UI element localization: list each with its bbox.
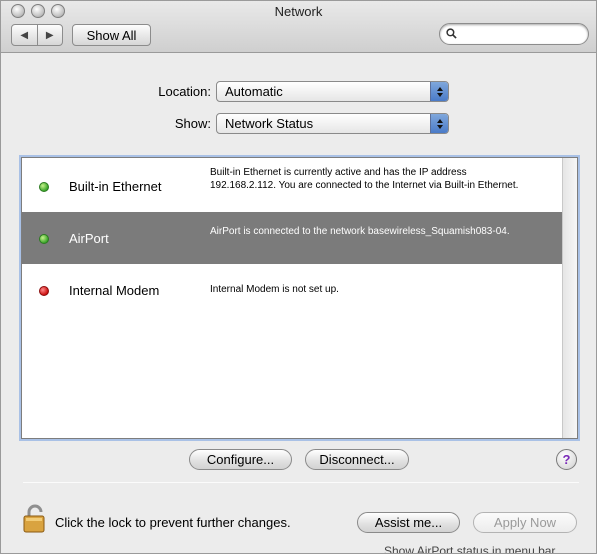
- service-description: Built-in Ethernet is currently active an…: [210, 167, 519, 191]
- service-name: Built-in Ethernet: [69, 179, 162, 194]
- window-title: Network: [274, 4, 323, 19]
- back-button[interactable]: ◀: [12, 25, 37, 45]
- lock-icon[interactable]: [21, 504, 49, 534]
- location-label: Location:: [158, 84, 211, 99]
- service-name: AirPort: [69, 231, 109, 246]
- search-icon: [446, 28, 457, 39]
- apply-now-button: Apply Now: [473, 512, 577, 533]
- forward-arrow-icon: ▶: [45, 29, 54, 41]
- partial-background-text: Show AirPort status in menu bar: [384, 544, 556, 554]
- assist-me-button[interactable]: Assist me...: [357, 512, 460, 533]
- status-green-icon: [39, 234, 49, 244]
- lock-message: Click the lock to prevent further change…: [55, 515, 291, 530]
- back-forward-buttons: ◀ ▶: [11, 24, 63, 46]
- status-green-icon: [39, 182, 49, 192]
- show-popup[interactable]: Network Status: [216, 113, 449, 134]
- help-icon: ?: [562, 452, 571, 467]
- status-red-icon: [39, 286, 49, 296]
- title-bar: Network ◀ ▶ Show All: [1, 1, 596, 53]
- list-scrollbar[interactable]: [562, 158, 577, 438]
- location-value: Automatic: [225, 84, 283, 99]
- forward-button[interactable]: ▶: [36, 25, 63, 45]
- popup-arrows-icon: [430, 114, 448, 133]
- service-row-internal-modem[interactable]: Internal Modem Internal Modem is not set…: [22, 264, 562, 316]
- help-button[interactable]: ?: [556, 449, 577, 470]
- search-field[interactable]: [439, 23, 589, 45]
- popup-arrows-icon: [430, 82, 448, 101]
- show-label: Show:: [174, 116, 211, 131]
- network-preferences-window: Network ◀ ▶ Show All Location: Automatic…: [0, 0, 597, 554]
- configure-button[interactable]: Configure...: [189, 449, 292, 470]
- service-row-built-in-ethernet[interactable]: Built-in Ethernet Built-in Ethernet is c…: [22, 158, 562, 210]
- service-description: Internal Modem is not set up.: [210, 284, 339, 295]
- disconnect-button[interactable]: Disconnect...: [305, 449, 409, 470]
- service-description: AirPort is connected to the network base…: [210, 226, 510, 237]
- back-arrow-icon: ◀: [20, 29, 29, 41]
- divider: [23, 482, 579, 483]
- show-all-button[interactable]: Show All: [72, 24, 151, 46]
- show-value: Network Status: [225, 116, 314, 131]
- service-row-airport[interactable]: AirPort AirPort is connected to the netw…: [22, 212, 562, 264]
- network-status-list: Built-in Ethernet Built-in Ethernet is c…: [21, 157, 578, 439]
- service-name: Internal Modem: [69, 283, 160, 298]
- location-popup[interactable]: Automatic: [216, 81, 449, 102]
